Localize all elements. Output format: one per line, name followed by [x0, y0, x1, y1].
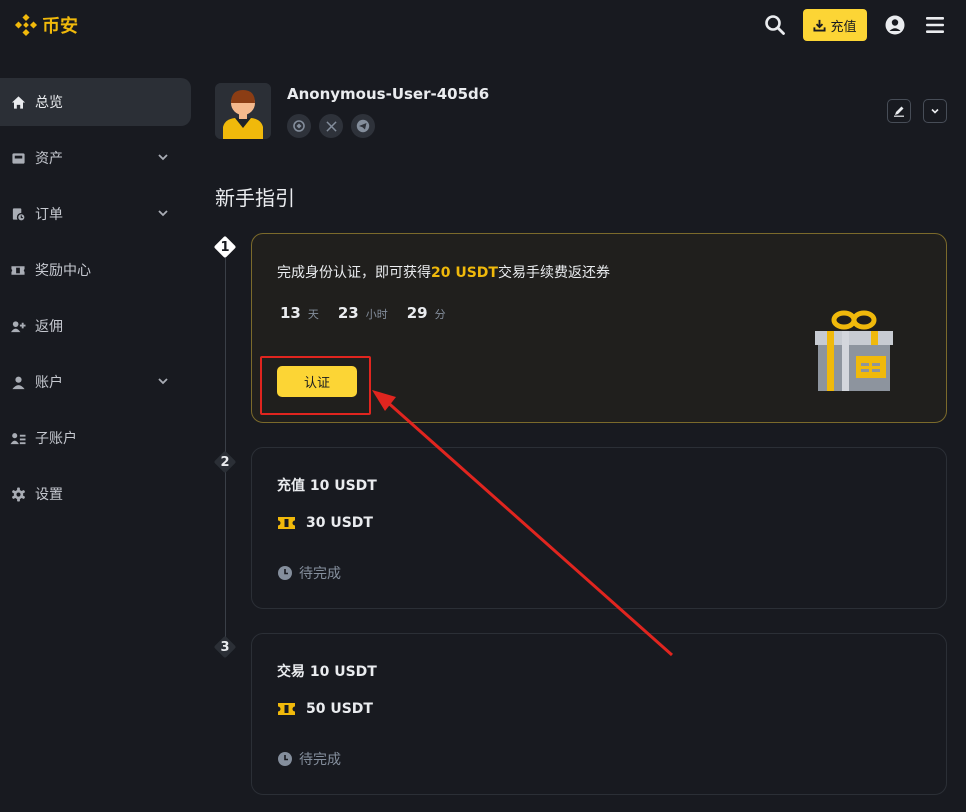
gear-icon: [10, 486, 26, 502]
task-title: 交易 10 USDT: [277, 664, 377, 680]
sidebar-item-label: 总览: [35, 95, 63, 111]
task-title: 完成身份认证，即可获得20 USDT交易手续费返还券: [277, 265, 610, 281]
sub-account-icon: [10, 430, 26, 446]
reward-highlight: 20 USDT: [431, 265, 498, 281]
chevron-down-icon[interactable]: [157, 207, 169, 219]
profile-expand-button[interactable]: [923, 99, 947, 123]
x-icon[interactable]: [319, 114, 343, 138]
task-title: 充值 10 USDT: [277, 478, 377, 494]
top-bar: 币安 充值: [0, 0, 966, 52]
edit-button[interactable]: [887, 99, 911, 123]
status-text: 待完成: [299, 566, 341, 582]
username: Anonymous-User-405d6: [287, 85, 490, 103]
sidebar: 总览 资产 订单 奖励中心 返佣 账户 子账户 设置: [0, 78, 196, 526]
task-card-deposit: 充值 10 USDT 30 USDT 待完成: [251, 447, 947, 609]
download-icon: [813, 19, 827, 32]
chevron-down-icon[interactable]: [157, 151, 169, 163]
sidebar-item-sub-account[interactable]: 子账户: [0, 414, 191, 462]
sidebar-item-label: 订单: [35, 207, 63, 223]
sidebar-item-assets[interactable]: 资产: [0, 134, 191, 182]
deposit-label: 充值: [830, 19, 857, 35]
countdown-days: 13: [280, 304, 301, 322]
status-text: 待完成: [299, 752, 341, 768]
chevron-down-icon: [931, 108, 939, 114]
deposit-button[interactable]: 充值: [803, 9, 867, 41]
page: 币安 充值 总览 资产 订单 奖励中心 返佣 账户 子账户 设置 Anonymo…: [0, 0, 966, 812]
task-card-trade: 交易 10 USDT 50 USDT 待完成: [251, 633, 947, 795]
sidebar-item-label: 资产: [35, 151, 63, 167]
step-marker-3: 3: [213, 635, 237, 659]
sidebar-item-orders[interactable]: 订单: [0, 190, 191, 238]
order-icon: [10, 206, 26, 222]
user-circle-icon[interactable]: [884, 14, 906, 36]
timeline-line: [225, 258, 226, 638]
reward: 50 USDT: [277, 701, 373, 717]
sidebar-item-label: 返佣: [35, 319, 63, 335]
voucher-icon: [278, 703, 295, 715]
sidebar-item-label: 子账户: [35, 431, 77, 447]
clock-icon: [278, 566, 292, 580]
step-marker-1: 1: [213, 235, 237, 259]
countdown: 13 天 23 小时 29 分: [280, 304, 446, 322]
telegram-icon[interactable]: [351, 114, 375, 138]
sidebar-item-referral[interactable]: 返佣: [0, 302, 191, 350]
clock-icon: [278, 752, 292, 766]
user-plus-icon: [10, 318, 26, 334]
logo[interactable]: 币安: [14, 12, 78, 38]
user-icon: [10, 374, 26, 390]
highlight-box: [260, 356, 371, 415]
ticket-icon: [10, 262, 26, 278]
sidebar-item-overview[interactable]: 总览: [0, 78, 191, 126]
task-status: 待完成: [277, 749, 341, 769]
step-marker-2: 2: [213, 450, 237, 474]
home-icon: [10, 94, 26, 110]
reward-amount: 30 USDT: [306, 515, 373, 531]
avatar[interactable]: [215, 83, 271, 139]
edit-icon: [894, 106, 904, 117]
sidebar-item-account[interactable]: 账户: [0, 358, 191, 406]
binance-logo-icon: [14, 13, 38, 37]
countdown-hours: 23: [337, 304, 359, 322]
sidebar-item-label: 奖励中心: [35, 263, 91, 279]
sidebar-item-settings[interactable]: 设置: [0, 470, 191, 518]
reward: 30 USDT: [277, 515, 373, 531]
voucher-icon: [278, 517, 295, 529]
sidebar-item-rewards[interactable]: 奖励中心: [0, 246, 191, 294]
countdown-minutes: 29: [406, 304, 428, 322]
binance-icon[interactable]: [287, 114, 311, 138]
wallet-icon: [10, 150, 26, 166]
reward-amount: 50 USDT: [306, 701, 373, 717]
section-title: 新手指引: [215, 186, 295, 210]
gift-icon: [815, 310, 893, 391]
sidebar-item-label: 设置: [35, 487, 63, 503]
task-status: 待完成: [277, 563, 341, 583]
sidebar-item-label: 账户: [35, 375, 63, 391]
chevron-down-icon[interactable]: [157, 375, 169, 387]
menu-icon[interactable]: [925, 14, 945, 36]
search-icon[interactable]: [764, 14, 786, 36]
logo-text: 币安: [42, 16, 78, 37]
